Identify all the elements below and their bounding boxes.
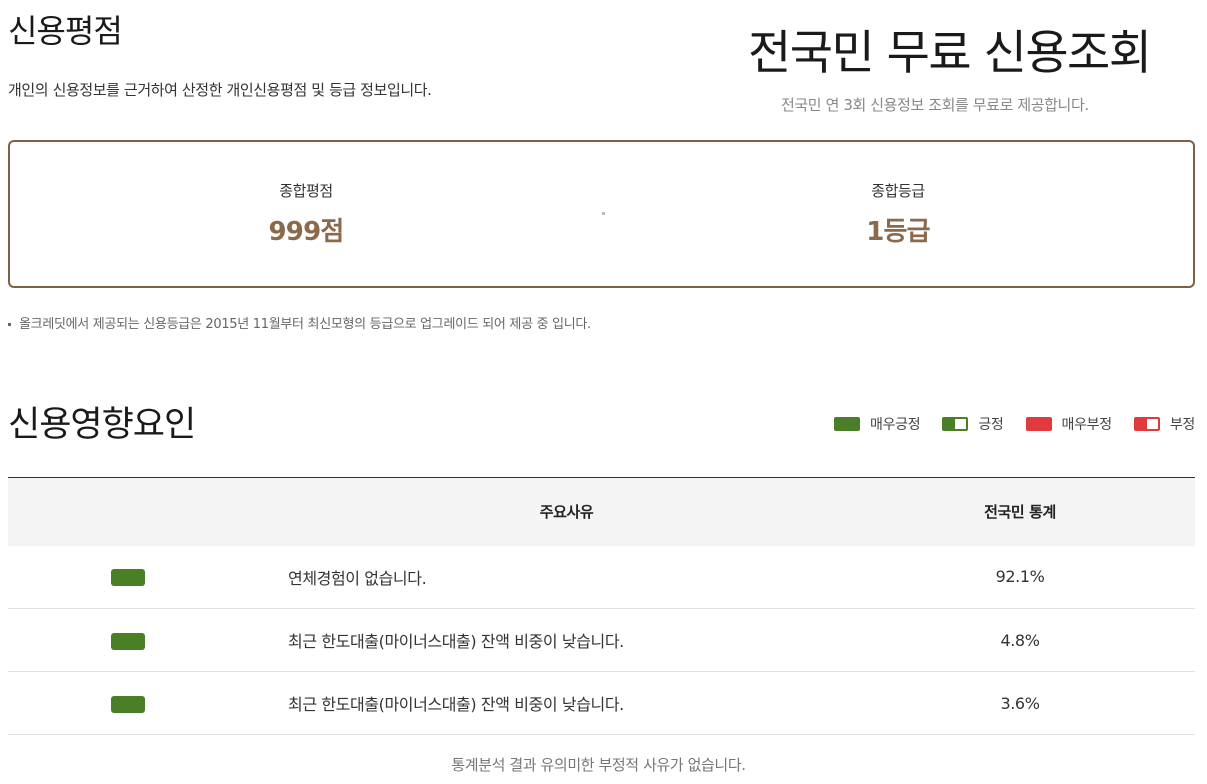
credit-factor-table: 주요사유 전국민 통계 연체경험이 없습니다. 92.1% 최근 한도대출(마이…	[8, 477, 1195, 735]
score-divider	[602, 212, 605, 215]
total-grade-value: 1등급	[866, 217, 930, 247]
footnote-text: 올크레딧에서 제공되는 신용등급은 2015년 11월부터 최신모형의 등급으로…	[19, 317, 591, 332]
total-grade-label: 종합등급	[871, 182, 925, 200]
legend-label: 긍정	[978, 417, 1004, 433]
reason-cell: 최근 한도대출(마이너스대출) 잔액 비중이 낮습니다.	[248, 671, 845, 735]
header-reason: 주요사유	[539, 503, 594, 522]
indicator-cell	[8, 545, 248, 609]
legend-label: 매우긍정	[870, 417, 921, 433]
total-grade-section: 종합등급 1등급	[748, 180, 1048, 248]
legend-item-positive: 긍정	[942, 414, 1004, 434]
header-indicator	[8, 478, 248, 546]
header-stat: 전국민 통계	[984, 503, 1056, 522]
total-score-value: 999점	[268, 217, 345, 247]
legend-label: 부정	[1169, 417, 1195, 433]
score-summary-box: 종합평점 999점 종합등급 1등급	[8, 140, 1195, 288]
promo-title: 전국민 무료 신용조회	[748, 26, 1152, 81]
positive-swatch-icon	[942, 417, 969, 431]
legend-item-negative: 부정	[1133, 414, 1195, 434]
stat-cell: 4.8%	[845, 608, 1195, 672]
bottom-note: 통계분석 결과 유의미한 부정적 사유가 없습니다.	[451, 756, 746, 774]
legend-item-very-negative: 매우부정	[1025, 414, 1113, 434]
very-positive-indicator-icon	[111, 569, 145, 587]
negative-swatch-icon	[1133, 417, 1160, 431]
indicator-cell	[8, 671, 248, 735]
page-title: 신용평점	[8, 12, 123, 50]
very-positive-indicator-icon	[111, 695, 145, 713]
bullet-icon	[8, 323, 11, 326]
reason-cell: 연체경험이 없습니다.	[248, 545, 845, 609]
section-title-credit-factors: 신용영향요인	[8, 405, 196, 445]
legend-item-very-positive: 매우긍정	[834, 414, 921, 434]
reason-cell: 최근 한도대출(마이너스대출) 잔액 비중이 낮습니다.	[248, 608, 845, 672]
table-header-row: 주요사유 전국민 통계	[8, 477, 1195, 546]
very-positive-swatch-icon	[834, 417, 860, 431]
stat-cell: 92.1%	[845, 545, 1195, 609]
footnote: 올크레딧에서 제공되는 신용등급은 2015년 11월부터 최신모형의 등급으로…	[8, 313, 591, 332]
indicator-cell	[8, 608, 248, 672]
total-score-section: 종합평점 999점	[156, 180, 456, 248]
stat-cell: 3.6%	[845, 671, 1195, 735]
table-row: 최근 한도대출(마이너스대출) 잔액 비중이 낮습니다. 3.6%	[8, 671, 1195, 735]
promo-subtitle: 전국민 연 3회 신용정보 조회를 무료로 제공합니다.	[781, 96, 1089, 114]
legend: 매우긍정 긍정 매우부정 부정	[812, 414, 1195, 434]
legend-label: 매우부정	[1061, 417, 1113, 433]
table-row: 연체경험이 없습니다. 92.1%	[8, 545, 1195, 609]
total-score-label: 종합평점	[279, 182, 333, 200]
table-row: 최근 한도대출(마이너스대출) 잔액 비중이 낮습니다. 4.8%	[8, 608, 1195, 672]
very-negative-swatch-icon	[1025, 417, 1052, 431]
page-description: 개인의 신용정보를 근거하여 산정한 개인신용평점 및 등급 정보입니다.	[8, 81, 432, 99]
very-positive-indicator-icon	[111, 632, 145, 650]
